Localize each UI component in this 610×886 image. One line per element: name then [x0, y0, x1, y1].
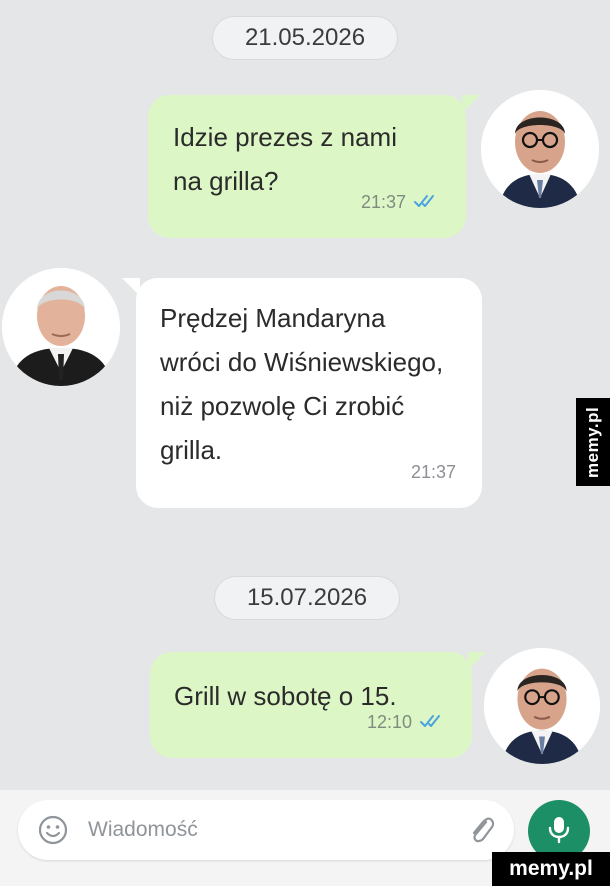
date-separator-1: 21.05.2026 — [212, 16, 398, 60]
bubble-tail — [122, 278, 140, 296]
person-portrait-icon — [484, 648, 600, 764]
message-input[interactable] — [86, 817, 420, 843]
bubble-tail — [462, 95, 480, 113]
microphone-icon — [546, 814, 572, 849]
double-check-icon — [420, 700, 446, 744]
watermark-side: memy.pl — [576, 398, 610, 486]
avatar-sender-right-2[interactable] — [484, 648, 600, 764]
person-portrait-icon — [2, 268, 120, 386]
date-label-2: 15.07.2026 — [246, 584, 368, 611]
double-check-icon — [414, 180, 440, 224]
message-meta-3: 12:10 — [367, 700, 446, 744]
message-composer[interactable] — [18, 800, 514, 860]
message-bubble-1[interactable]: Idzie prezes z nami na grilla? 21:37 — [148, 95, 480, 238]
paperclip-icon[interactable] — [466, 813, 496, 847]
avatar-sender-left[interactable] — [2, 268, 120, 386]
message-time-1: 21:37 — [360, 192, 406, 212]
message-meta-1: 21:37 — [361, 180, 440, 224]
date-label-1: 21.05.2026 — [244, 24, 366, 51]
avatar-sender-right-1[interactable] — [481, 90, 599, 208]
message-time-2: 21:37 — [410, 462, 456, 482]
person-portrait-icon — [481, 90, 599, 208]
watermark-corner: memy.pl — [492, 852, 610, 886]
message-text-2: Prędzej Mandaryna wróci do Wiśniewskiego… — [160, 303, 444, 465]
smiley-icon[interactable] — [36, 813, 70, 847]
date-separator-2: 15.07.2026 — [214, 576, 400, 620]
message-bubble-2[interactable]: Prędzej Mandaryna wróci do Wiśniewskiego… — [122, 278, 482, 508]
message-meta-2: 21:37 — [411, 450, 456, 494]
bubble-tail — [468, 652, 486, 670]
message-bubble-3[interactable]: Grill w sobotę o 15. 12:10 — [150, 652, 486, 758]
message-time-3: 12:10 — [366, 712, 412, 732]
